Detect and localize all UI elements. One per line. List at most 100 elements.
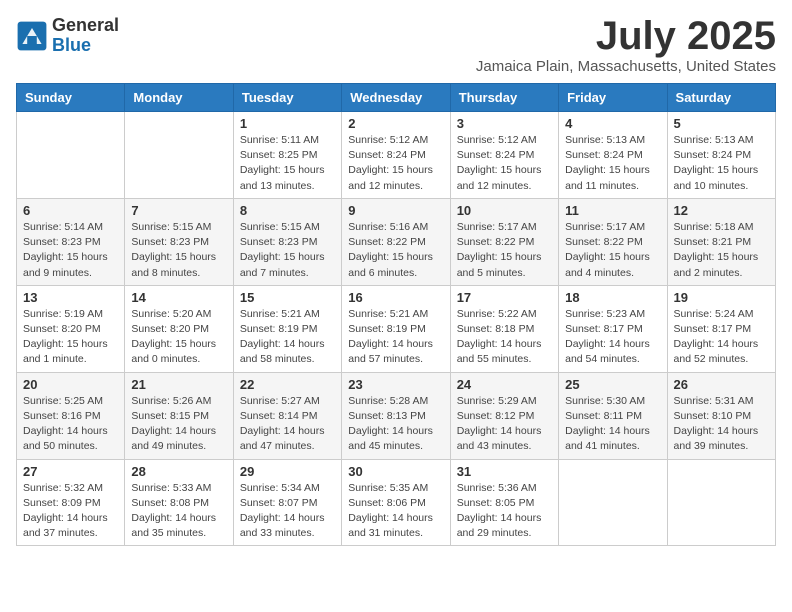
title-block: July 2025 Jamaica Plain, Massachusetts, … [476, 16, 776, 75]
day-number: 11 [565, 203, 660, 218]
weekday-header-sunday: Sunday [17, 84, 125, 112]
calendar-week-5: 27 Sunrise: 5:32 AMSunset: 8:09 PMDayligh… [17, 459, 776, 546]
day-detail: Sunrise: 5:19 AMSunset: 8:20 PMDaylight:… [23, 307, 118, 368]
calendar-cell: 26Sunrise: 5:31 AMSunset: 8:10 PMDayligh… [667, 372, 775, 459]
day-detail: Sunrise: 5:13 AMSunset: 8:24 PMDaylight:… [674, 133, 769, 194]
day-detail: Sunrise: 5:14 AMSunset: 8:23 PMDaylight:… [23, 220, 118, 281]
day-detail: Sunrise: 5:36 AMSunset: 8:05 PMDaylight:… [457, 481, 552, 542]
day-number: 15 [240, 290, 335, 305]
day-detail: Sunrise: 5:21 AMSunset: 8:19 PMDaylight:… [348, 307, 443, 368]
day-number: 10 [457, 203, 552, 218]
day-number: 27 [23, 464, 118, 479]
day-number: 25 [565, 377, 660, 392]
day-number: 24 [457, 377, 552, 392]
day-number: 28 [131, 464, 226, 479]
calendar-cell: 29Sunrise: 5:34 AMSunset: 8:07 PMDayligh… [233, 459, 341, 546]
day-number: 3 [457, 116, 552, 131]
day-number: 14 [131, 290, 226, 305]
calendar-cell: 27 Sunrise: 5:32 AMSunset: 8:09 PMDayligh… [17, 459, 125, 546]
calendar-cell [559, 459, 667, 546]
weekday-header-wednesday: Wednesday [342, 84, 450, 112]
day-detail: Sunrise: 5:28 AMSunset: 8:13 PMDaylight:… [348, 394, 443, 455]
calendar-cell: 10 Sunrise: 5:17 AMSunset: 8:22 PMDayligh… [450, 198, 558, 285]
day-detail: Sunrise: 5:35 AMSunset: 8:06 PMDaylight:… [348, 481, 443, 542]
calendar-week-3: 13 Sunrise: 5:19 AMSunset: 8:20 PMDayligh… [17, 285, 776, 372]
day-number: 13 [23, 290, 118, 305]
day-number: 9 [348, 203, 443, 218]
day-detail: Sunrise: 5:24 AMSunset: 8:17 PMDaylight:… [674, 307, 769, 368]
day-number: 5 [674, 116, 769, 131]
day-detail: Sunrise: 5:13 AMSunset: 8:24 PMDaylight:… [565, 133, 660, 194]
day-detail: Sunrise: 5:26 AMSunset: 8:15 PMDaylight:… [131, 394, 226, 455]
calendar-cell [667, 459, 775, 546]
day-detail: Sunrise: 5:11 AMSunset: 8:25 PMDaylight:… [240, 133, 335, 194]
day-detail: Sunrise: 5:29 AMSunset: 8:12 PMDaylight:… [457, 394, 552, 455]
day-number: 19 [674, 290, 769, 305]
day-number: 1 [240, 116, 335, 131]
calendar-cell: 25 Sunrise: 5:30 AMSunset: 8:11 PMDayligh… [559, 372, 667, 459]
day-number: 30 [348, 464, 443, 479]
calendar-cell: 14 Sunrise: 5:20 AMSunset: 8:20 PMDayligh… [125, 285, 233, 372]
calendar-cell: 17Sunrise: 5:22 AMSunset: 8:18 PMDayligh… [450, 285, 558, 372]
location-text: Jamaica Plain, Massachusetts, United Sta… [476, 58, 776, 75]
calendar-cell: 11 Sunrise: 5:17 AMSunset: 8:22 PMDayligh… [559, 198, 667, 285]
calendar-cell: 28 Sunrise: 5:33 AMSunset: 8:08 PMDayligh… [125, 459, 233, 546]
day-number: 2 [348, 116, 443, 131]
calendar-cell [17, 112, 125, 199]
calendar-week-2: 6 Sunrise: 5:14 AMSunset: 8:23 PMDaylight… [17, 198, 776, 285]
day-number: 8 [240, 203, 335, 218]
calendar-cell: 21Sunrise: 5:26 AMSunset: 8:15 PMDayligh… [125, 372, 233, 459]
calendar-cell: 23Sunrise: 5:28 AMSunset: 8:13 PMDayligh… [342, 372, 450, 459]
day-detail: Sunrise: 5:17 AMSunset: 8:22 PMDaylight:… [457, 220, 552, 281]
calendar-cell: 22 Sunrise: 5:27 AMSunset: 8:14 PMDayligh… [233, 372, 341, 459]
calendar-cell: 4 Sunrise: 5:13 AMSunset: 8:24 PMDaylight… [559, 112, 667, 199]
calendar-cell: 12 Sunrise: 5:18 AMSunset: 8:21 PMDayligh… [667, 198, 775, 285]
day-detail: Sunrise: 5:23 AMSunset: 8:17 PMDaylight:… [565, 307, 660, 368]
day-number: 6 [23, 203, 118, 218]
day-detail: Sunrise: 5:34 AMSunset: 8:07 PMDaylight:… [240, 481, 335, 542]
calendar-cell: 1 Sunrise: 5:11 AMSunset: 8:25 PMDaylight… [233, 112, 341, 199]
day-detail: Sunrise: 5:17 AMSunset: 8:22 PMDaylight:… [565, 220, 660, 281]
calendar-cell: 2Sunrise: 5:12 AMSunset: 8:24 PMDaylight… [342, 112, 450, 199]
calendar-cell: 5 Sunrise: 5:13 AMSunset: 8:24 PMDaylight… [667, 112, 775, 199]
day-detail: Sunrise: 5:33 AMSunset: 8:08 PMDaylight:… [131, 481, 226, 542]
day-detail: Sunrise: 5:15 AMSunset: 8:23 PMDaylight:… [240, 220, 335, 281]
day-detail: Sunrise: 5:15 AMSunset: 8:23 PMDaylight:… [131, 220, 226, 281]
calendar-cell: 20 Sunrise: 5:25 AMSunset: 8:16 PMDayligh… [17, 372, 125, 459]
logo-blue-text: Blue [52, 35, 91, 55]
calendar-cell: 30 Sunrise: 5:35 AMSunset: 8:06 PMDayligh… [342, 459, 450, 546]
weekday-header-monday: Monday [125, 84, 233, 112]
day-detail: Sunrise: 5:32 AMSunset: 8:09 PMDaylight:… [23, 481, 118, 542]
calendar-header: SundayMondayTuesdayWednesdayThursdayFrid… [17, 84, 776, 112]
month-title: July 2025 [476, 16, 776, 56]
day-detail: Sunrise: 5:20 AMSunset: 8:20 PMDaylight:… [131, 307, 226, 368]
page-header: General Blue July 2025 Jamaica Plain, Ma… [16, 16, 776, 75]
calendar-cell: 9Sunrise: 5:16 AMSunset: 8:22 PMDaylight… [342, 198, 450, 285]
calendar-week-4: 20 Sunrise: 5:25 AMSunset: 8:16 PMDayligh… [17, 372, 776, 459]
day-number: 17 [457, 290, 552, 305]
calendar-cell: 19 Sunrise: 5:24 AMSunset: 8:17 PMDayligh… [667, 285, 775, 372]
calendar-cell: 6 Sunrise: 5:14 AMSunset: 8:23 PMDaylight… [17, 198, 125, 285]
logo-general-text: General [52, 15, 119, 35]
day-detail: Sunrise: 5:18 AMSunset: 8:21 PMDaylight:… [674, 220, 769, 281]
day-detail: Sunrise: 5:21 AMSunset: 8:19 PMDaylight:… [240, 307, 335, 368]
day-number: 16 [348, 290, 443, 305]
day-number: 18 [565, 290, 660, 305]
calendar-cell [125, 112, 233, 199]
day-number: 7 [131, 203, 226, 218]
day-detail: Sunrise: 5:27 AMSunset: 8:14 PMDaylight:… [240, 394, 335, 455]
logo: General Blue [16, 16, 119, 56]
day-number: 12 [674, 203, 769, 218]
calendar-table: SundayMondayTuesdayWednesdayThursdayFrid… [16, 83, 776, 546]
day-detail: Sunrise: 5:30 AMSunset: 8:11 PMDaylight:… [565, 394, 660, 455]
day-number: 4 [565, 116, 660, 131]
day-detail: Sunrise: 5:25 AMSunset: 8:16 PMDaylight:… [23, 394, 118, 455]
day-number: 22 [240, 377, 335, 392]
calendar-cell: 15 Sunrise: 5:21 AMSunset: 8:19 PMDayligh… [233, 285, 341, 372]
weekday-header-saturday: Saturday [667, 84, 775, 112]
calendar-cell: 8 Sunrise: 5:15 AMSunset: 8:23 PMDaylight… [233, 198, 341, 285]
day-number: 26 [674, 377, 769, 392]
calendar-cell: 18 Sunrise: 5:23 AMSunset: 8:17 PMDayligh… [559, 285, 667, 372]
calendar-cell: 13 Sunrise: 5:19 AMSunset: 8:20 PMDayligh… [17, 285, 125, 372]
day-number: 20 [23, 377, 118, 392]
